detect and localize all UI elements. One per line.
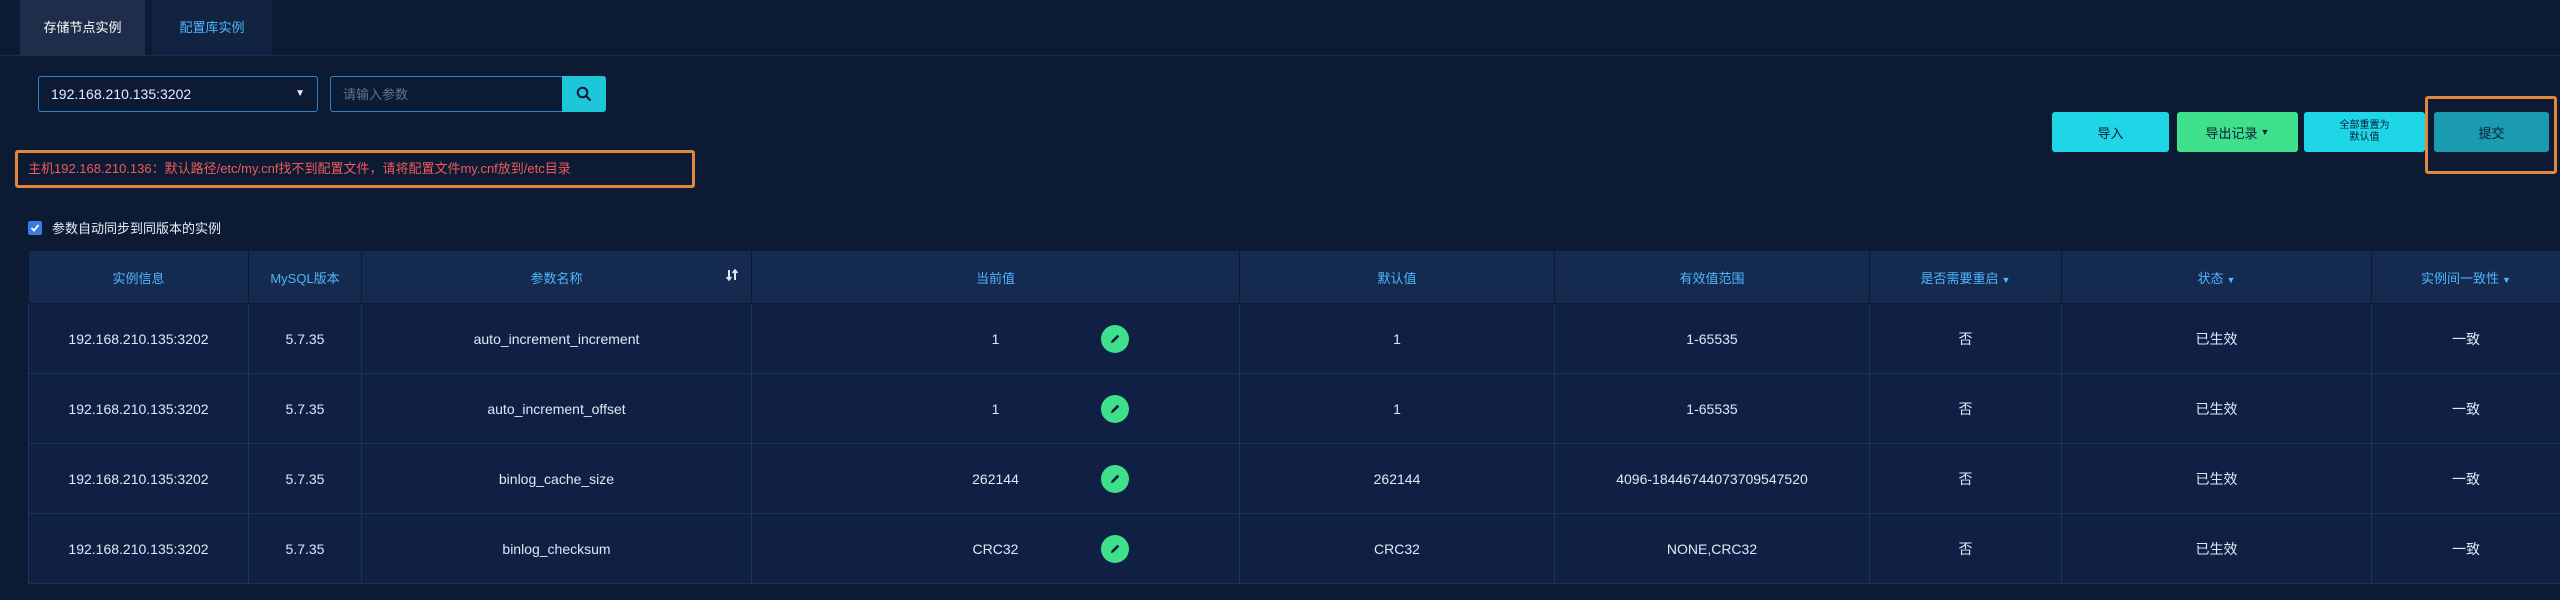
cell-valid-range: 4096-18446744073709547520	[1554, 443, 1870, 514]
cell-instance: 192.168.210.135:3202	[28, 373, 249, 444]
cell-default-value: 262144	[1239, 443, 1555, 514]
col-header-restart-label: 是否需要重启	[1920, 270, 1999, 286]
cell-restart-required: 否	[1869, 443, 2062, 514]
col-header-param-name-label: 参数名称	[530, 270, 583, 286]
table-row: 192.168.210.135:3202 5.7.35 auto_increme…	[28, 303, 2560, 374]
chevron-down-icon: ▼	[2226, 274, 2236, 285]
current-value-text: 1	[991, 400, 1000, 417]
warning-text: 主机192.168.210.136：默认路径/etc/my.cnf找不到配置文件…	[28, 161, 571, 176]
cell-current-value: 1	[751, 303, 1240, 374]
check-icon	[30, 223, 40, 232]
export-records-button[interactable]: 导出记录 ▼	[2177, 112, 2298, 152]
cell-version: 5.7.35	[248, 373, 362, 444]
col-header-status-label: 状态	[2197, 270, 2224, 286]
edit-value-button[interactable]	[1101, 394, 1129, 423]
pencil-icon	[1111, 544, 1120, 553]
cell-version: 5.7.35	[248, 303, 362, 374]
cell-valid-range: NONE,CRC32	[1554, 513, 1870, 584]
warning-message: 主机192.168.210.136：默认路径/etc/my.cnf找不到配置文件…	[15, 150, 695, 188]
col-header-status[interactable]: 状态 ▼	[2061, 250, 2372, 304]
search-icon	[576, 86, 592, 102]
col-header-param-name[interactable]: 参数名称	[361, 250, 752, 304]
cell-valid-range: 1-65535	[1554, 373, 1870, 444]
submit-button-label: 提交	[2478, 125, 2505, 141]
search-button[interactable]	[562, 76, 606, 112]
cell-current-value: CRC32	[751, 513, 1240, 584]
col-header-valid-range: 有效值范围	[1554, 250, 1870, 304]
sync-checkbox-row: 参数自动同步到同版本的实例	[28, 218, 221, 237]
col-header-current-value: 当前值	[751, 250, 1240, 304]
pencil-icon	[1111, 334, 1120, 343]
param-search-input[interactable]	[330, 76, 562, 112]
col-header-mysql-version: MySQL版本	[248, 250, 362, 304]
edit-value-button[interactable]	[1101, 324, 1129, 353]
cell-instance: 192.168.210.135:3202	[28, 443, 249, 514]
reset-all-defaults-button[interactable]: 全部重置为 默认值	[2304, 112, 2425, 152]
chevron-down-icon: ▼	[2001, 274, 2011, 285]
parameter-table: 实例信息 MySQL版本 参数名称 当前值 默认值 有效值范围 是否需要重启 ▼ …	[28, 250, 2560, 584]
tab-storage-node-instances[interactable]: 存储节点实例	[20, 0, 145, 55]
table-body: 192.168.210.135:3202 5.7.35 auto_increme…	[28, 303, 2560, 584]
cell-restart-required: 否	[1869, 303, 2062, 374]
import-button[interactable]: 导入	[2052, 112, 2169, 152]
table-header-row: 实例信息 MySQL版本 参数名称 当前值 默认值 有效值范围 是否需要重启 ▼ …	[28, 250, 2560, 304]
cell-consistency: 一致	[2371, 513, 2560, 584]
cell-default-value: 1	[1239, 373, 1555, 444]
current-value-text: 262144	[972, 470, 1019, 487]
cell-status: 已生效	[2061, 303, 2372, 374]
col-header-default-value: 默认值	[1239, 250, 1555, 304]
cell-consistency: 一致	[2371, 373, 2560, 444]
cell-valid-range: 1-65535	[1554, 303, 1870, 374]
chevron-down-icon: ▼	[2260, 127, 2270, 137]
edit-value-button[interactable]	[1101, 534, 1129, 563]
sort-icon[interactable]	[725, 268, 739, 282]
cell-status: 已生效	[2061, 373, 2372, 444]
cell-current-value: 1	[751, 373, 1240, 444]
table-row: 192.168.210.135:3202 5.7.35 binlog_cache…	[28, 443, 2560, 514]
col-header-instance: 实例信息	[28, 250, 249, 304]
col-header-consistency[interactable]: 实例间一致性 ▼	[2371, 250, 2560, 304]
cell-instance: 192.168.210.135:3202	[28, 513, 249, 584]
table-row: 192.168.210.135:3202 5.7.35 binlog_check…	[28, 513, 2560, 584]
sync-checkbox[interactable]	[28, 220, 42, 235]
cell-version: 5.7.35	[248, 443, 362, 514]
chevron-down-icon: ▼	[2502, 274, 2511, 285]
chevron-down-icon: ▼	[295, 88, 305, 99]
cell-status: 已生效	[2061, 443, 2372, 514]
cell-version: 5.7.35	[248, 513, 362, 584]
cell-current-value: 262144	[751, 443, 1240, 514]
cell-default-value: CRC32	[1239, 513, 1555, 584]
cell-param-name: auto_increment_offset	[361, 373, 752, 444]
cell-consistency: 一致	[2371, 303, 2560, 374]
table-row: 192.168.210.135:3202 5.7.35 auto_increme…	[28, 373, 2560, 444]
col-header-consistency-label: 实例间一致性	[2421, 270, 2500, 286]
current-value-text: CRC32	[972, 540, 1019, 557]
tab-bar: 存储节点实例 配置库实例	[0, 0, 2560, 56]
import-button-label: 导入	[2097, 125, 2124, 141]
export-button-label: 导出记录	[2205, 125, 2258, 141]
cell-consistency: 一致	[2371, 443, 2560, 514]
col-header-restart-required[interactable]: 是否需要重启 ▼	[1869, 250, 2062, 304]
submit-button[interactable]: 提交	[2434, 112, 2549, 152]
current-value-text: 1	[991, 330, 1000, 347]
tab-config-db-instances[interactable]: 配置库实例	[152, 0, 272, 55]
cell-instance: 192.168.210.135:3202	[28, 303, 249, 374]
reset-label-line1: 全部重置为	[2339, 120, 2390, 131]
pencil-icon	[1111, 474, 1120, 483]
edit-value-button[interactable]	[1101, 464, 1129, 493]
cell-restart-required: 否	[1869, 513, 2062, 584]
sync-checkbox-label: 参数自动同步到同版本的实例	[52, 221, 222, 236]
cell-param-name: auto_increment_increment	[361, 303, 752, 374]
cell-default-value: 1	[1239, 303, 1555, 374]
cell-status: 已生效	[2061, 513, 2372, 584]
reset-label-line2: 默认值	[2349, 132, 2380, 143]
cell-restart-required: 否	[1869, 373, 2062, 444]
instance-select-value: 192.168.210.135:3202	[51, 86, 192, 102]
cell-param-name: binlog_checksum	[361, 513, 752, 584]
pencil-icon	[1111, 404, 1120, 413]
cell-param-name: binlog_cache_size	[361, 443, 752, 514]
instance-select[interactable]: 192.168.210.135:3202 ▼	[38, 76, 318, 112]
